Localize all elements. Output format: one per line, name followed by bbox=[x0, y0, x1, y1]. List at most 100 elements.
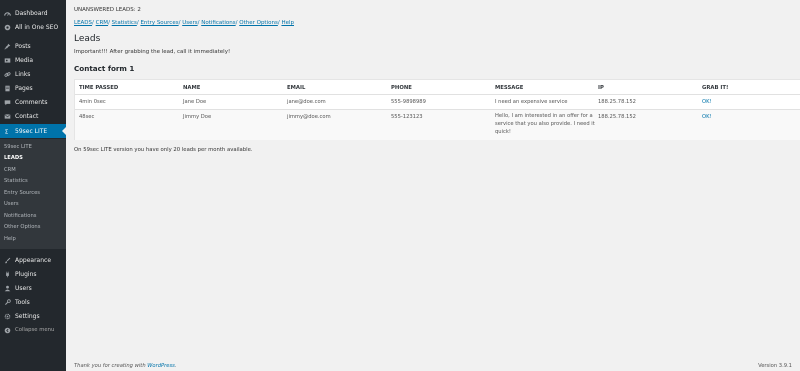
dashboard-icon bbox=[4, 10, 11, 17]
menu-label: Comments bbox=[15, 98, 48, 106]
menu-label: Collapse menu bbox=[15, 327, 55, 333]
menu-label: Posts bbox=[15, 42, 31, 50]
main-content: UNANSWERED LEADS: 2 LEADS/ CRM/ Statisti… bbox=[66, 0, 800, 371]
col-header-time: TIME PASSED bbox=[79, 85, 119, 91]
col-header-message: MESSAGE bbox=[495, 85, 524, 91]
col-header-phone: PHONE bbox=[391, 85, 412, 91]
submenu-leads[interactable]: LEADS bbox=[4, 155, 23, 161]
menu-label: Settings bbox=[15, 312, 40, 320]
cell-phone: 555-9898989 bbox=[391, 99, 426, 105]
menu-appearance[interactable]: Appearance bbox=[0, 253, 66, 267]
menu-comments[interactable]: Comments bbox=[0, 95, 66, 109]
cell-message: Hello, I am interested in an offer for a… bbox=[495, 113, 595, 135]
menu-label: Plugins bbox=[15, 270, 37, 278]
menu-label: Appearance bbox=[15, 256, 52, 264]
menu-label: Media bbox=[15, 56, 34, 64]
footer-thanks-suffix: . bbox=[174, 363, 177, 369]
media-icon bbox=[4, 57, 11, 64]
clock-icon: Σ bbox=[4, 128, 11, 134]
menu-pages[interactable]: Pages bbox=[0, 81, 66, 95]
grab-lead-button[interactable]: OK! bbox=[702, 99, 712, 105]
menu-collapse[interactable]: Collapse menu bbox=[0, 323, 66, 337]
footer-version: Version 3.9.1 bbox=[758, 363, 792, 369]
submenu-entry-sources[interactable]: Entry Sources bbox=[4, 190, 40, 196]
nav-link-notifications[interactable]: Notifications bbox=[201, 20, 235, 26]
submenu-help[interactable]: Help bbox=[4, 236, 16, 242]
nav-link-help[interactable]: Help bbox=[281, 20, 294, 26]
nav-link-statistics[interactable]: Statistics bbox=[112, 20, 137, 26]
cell-phone: 555-123123 bbox=[391, 114, 423, 120]
submenu-59sec: 59sec LITE LEADS CRM Statistics Entry So… bbox=[0, 139, 66, 249]
submenu-users[interactable]: Users bbox=[4, 201, 19, 207]
col-header-name: NAME bbox=[183, 85, 201, 91]
brush-icon bbox=[4, 257, 11, 264]
unanswered-leads-count: UNANSWERED LEADS: 2 bbox=[74, 7, 141, 13]
menu-label: 59sec LITE bbox=[15, 127, 48, 135]
grab-lead-button[interactable]: OK! bbox=[702, 114, 712, 120]
svg-text:Σ: Σ bbox=[5, 129, 9, 134]
submenu-other-options[interactable]: Other Options bbox=[4, 224, 40, 230]
menu-posts[interactable]: Posts bbox=[0, 39, 66, 53]
footer-thanks-prefix: Thank you for creating with bbox=[74, 363, 148, 369]
lite-version-note: On 59sec LITE version you have only 20 l… bbox=[74, 147, 253, 153]
footer-thanks: Thank you for creating with WordPress. bbox=[74, 363, 177, 369]
col-header-email: EMAIL bbox=[287, 85, 306, 91]
cell-name: Jane Doe bbox=[183, 99, 207, 105]
cell-time: 4min 0sec bbox=[79, 99, 106, 105]
menu-label: All in One SEO bbox=[15, 23, 59, 31]
menu-media[interactable]: Media bbox=[0, 53, 66, 67]
row-divider bbox=[75, 109, 800, 110]
nav-link-crm[interactable]: CRM bbox=[96, 20, 108, 26]
collapse-icon bbox=[4, 327, 11, 334]
menu-contact[interactable]: Contact bbox=[0, 109, 66, 123]
comment-icon bbox=[4, 99, 11, 106]
menu-59sec-lite[interactable]: Σ 59sec LITE bbox=[0, 124, 66, 138]
cell-name: Jimmy Doe bbox=[183, 114, 212, 120]
plugin-icon bbox=[4, 271, 11, 278]
menu-label: Contact bbox=[15, 112, 39, 120]
cell-ip: 188.25.78.152 bbox=[598, 99, 636, 105]
menu-label: Pages bbox=[15, 84, 33, 92]
mail-icon bbox=[4, 113, 11, 120]
form-title: Contact form 1 bbox=[74, 64, 135, 73]
cell-message: I need an expensive service bbox=[495, 99, 568, 105]
menu-plugins[interactable]: Plugins bbox=[0, 267, 66, 281]
menu-dashboard[interactable]: Dashboard bbox=[0, 6, 66, 20]
menu-tools[interactable]: Tools bbox=[0, 295, 66, 309]
link-icon bbox=[4, 71, 11, 78]
nav-link-users[interactable]: Users bbox=[182, 20, 197, 26]
submenu-59sec-lite[interactable]: 59sec LITE bbox=[4, 144, 32, 150]
user-icon bbox=[4, 285, 11, 292]
nav-link-leads[interactable]: LEADS bbox=[74, 20, 92, 26]
row-divider bbox=[75, 94, 800, 95]
menu-label: Users bbox=[15, 284, 32, 292]
plugin-nav: LEADS/ CRM/ Statistics/ Entry Sources/ U… bbox=[74, 20, 294, 26]
important-notice: Important!!! After grabbing the lead, ca… bbox=[74, 49, 231, 55]
admin-sidebar: Dashboard All in One SEO Posts Media Lin… bbox=[0, 0, 66, 371]
menu-seo[interactable]: All in One SEO bbox=[0, 20, 66, 34]
cell-email: jimmy@doe.com bbox=[287, 114, 331, 120]
page-icon bbox=[4, 85, 11, 92]
settings-icon bbox=[4, 313, 11, 320]
menu-label: Tools bbox=[15, 298, 30, 306]
submenu-crm[interactable]: CRM bbox=[4, 167, 16, 173]
col-header-grab: GRAB IT! bbox=[702, 85, 729, 91]
nav-link-entry-sources[interactable]: Entry Sources bbox=[140, 20, 178, 26]
nav-link-other-options[interactable]: Other Options bbox=[239, 20, 278, 26]
cell-ip: 188.25.78.152 bbox=[598, 114, 636, 120]
col-header-ip: IP bbox=[598, 85, 604, 91]
submenu-statistics[interactable]: Statistics bbox=[4, 178, 28, 184]
cell-email: jane@doe.com bbox=[287, 99, 326, 105]
menu-label: Dashboard bbox=[15, 9, 48, 17]
menu-links[interactable]: Links bbox=[0, 67, 66, 81]
pin-icon bbox=[4, 43, 11, 50]
menu-settings[interactable]: Settings bbox=[0, 309, 66, 323]
page-title: Leads bbox=[74, 34, 101, 44]
cell-time: 48sec bbox=[79, 114, 95, 120]
submenu-notifications[interactable]: Notifications bbox=[4, 213, 36, 219]
leads-table: TIME PASSED NAME EMAIL PHONE MESSAGE IP … bbox=[74, 79, 800, 140]
menu-users[interactable]: Users bbox=[0, 281, 66, 295]
menu-label: Links bbox=[15, 70, 31, 78]
wordpress-link[interactable]: WordPress bbox=[147, 363, 175, 369]
wrench-icon bbox=[4, 298, 11, 306]
